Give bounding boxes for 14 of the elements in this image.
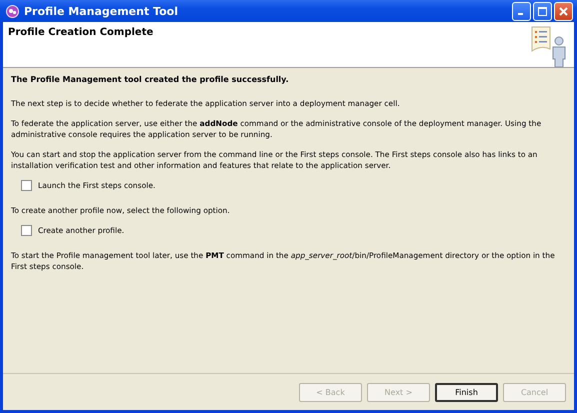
maximize-icon: [538, 6, 547, 16]
minimize-button[interactable]: [512, 2, 531, 20]
success-message: The Profile Management tool created the profile successfully.: [11, 74, 290, 85]
app-icon: [6, 4, 19, 18]
checkbox[interactable]: [21, 180, 32, 191]
page-title: Profile Creation Complete: [8, 27, 154, 40]
checkbox[interactable]: [21, 225, 32, 236]
close-button[interactable]: [554, 2, 573, 20]
checklist-person-icon: [530, 25, 568, 67]
wizard-button[interactable]: Finish: [435, 382, 498, 402]
window-title: Profile Management Tool: [24, 4, 179, 18]
maximize-button[interactable]: [533, 2, 552, 20]
close-icon: [559, 6, 568, 16]
minimize-icon: [518, 12, 522, 14]
